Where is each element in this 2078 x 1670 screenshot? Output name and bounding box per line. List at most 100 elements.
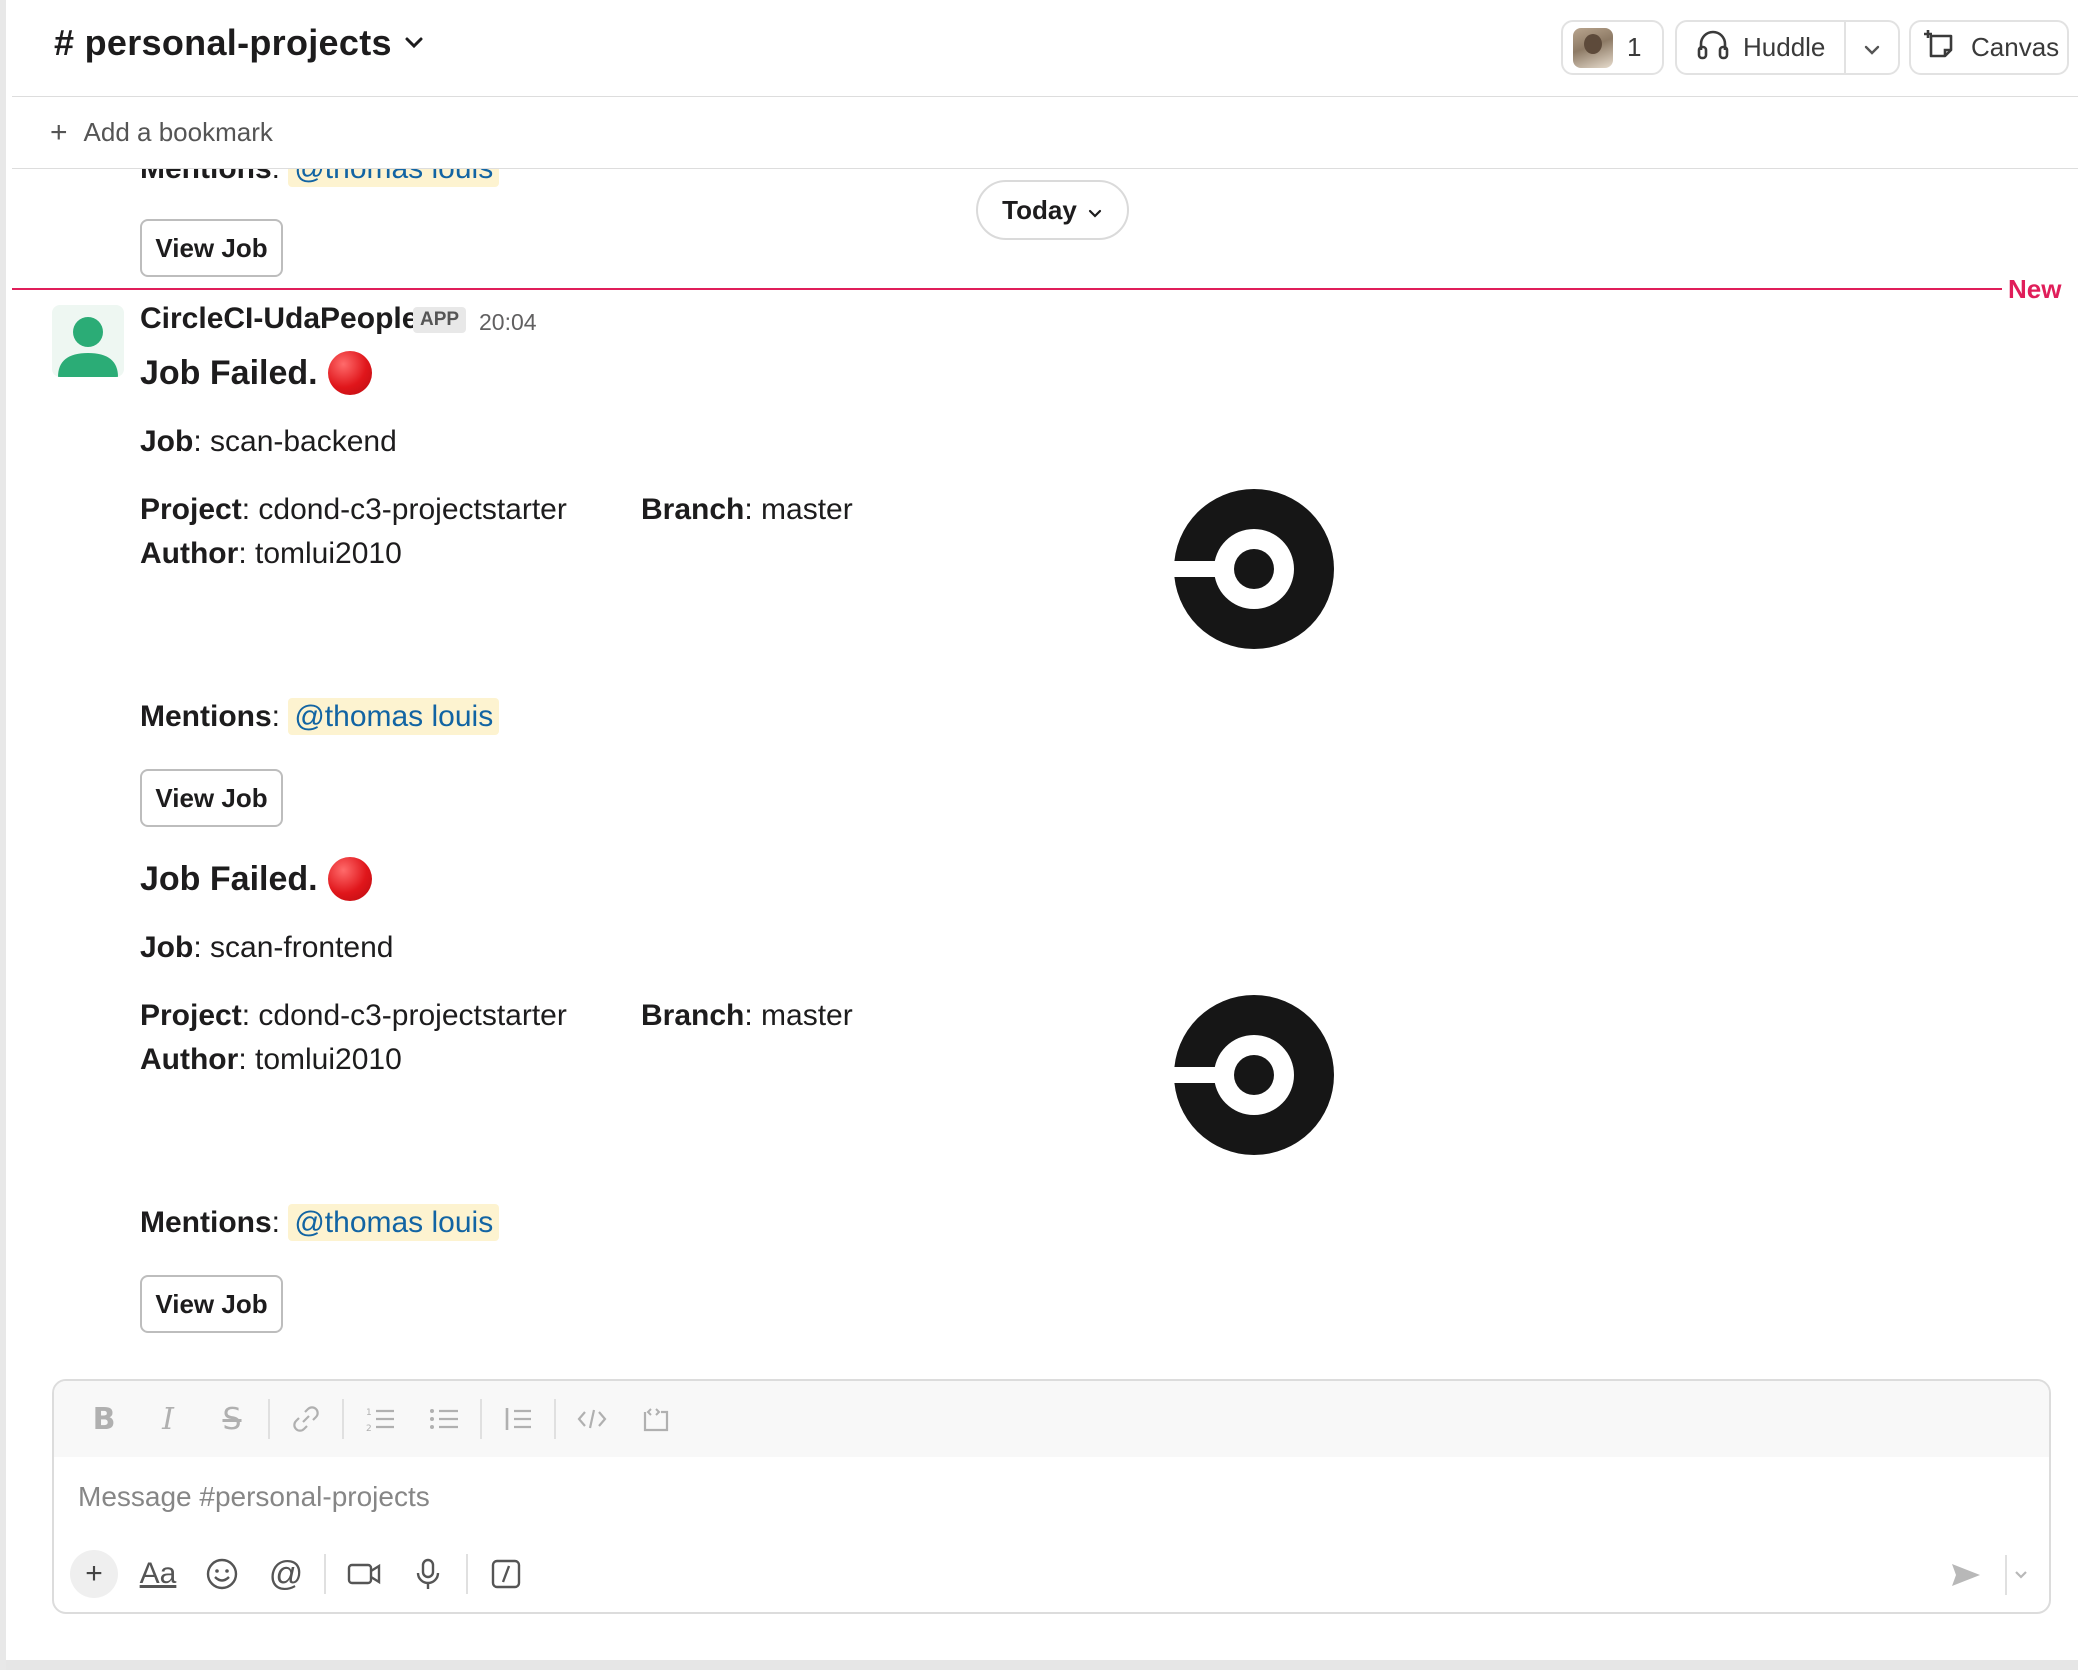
- author-label: Author: [140, 1043, 239, 1076]
- huddle-options-button[interactable]: [1846, 32, 1898, 63]
- date-jump-button[interactable]: Today: [976, 180, 1129, 240]
- send-icon[interactable]: [1943, 1555, 1989, 1595]
- job-row: Job: scan-backend: [140, 425, 397, 458]
- project-value: cdond-c3-projectstarter: [258, 999, 567, 1032]
- toolbar-divider: [466, 1554, 468, 1594]
- video-icon[interactable]: [332, 1548, 396, 1600]
- view-job-button[interactable]: View Job: [140, 1275, 283, 1333]
- slack-window: # personal-projects 1 Huddle Canvas + Ad…: [0, 0, 2078, 1670]
- previous-mentions-row: Mentions: @thomas louis: [140, 169, 500, 187]
- new-messages-divider: [12, 288, 2002, 290]
- canvas-button[interactable]: Canvas: [1909, 20, 2069, 75]
- svg-text:1: 1: [366, 1408, 372, 1418]
- branch-value: master: [761, 999, 853, 1032]
- message-list[interactable]: Mentions: @thomas louis View Job Today N…: [12, 169, 2078, 1379]
- code-block-icon[interactable]: [624, 1395, 688, 1443]
- blockquote-icon[interactable]: [486, 1395, 550, 1443]
- headphones-icon: [1695, 26, 1731, 69]
- author-row: Author: tomlui2010: [140, 1043, 402, 1076]
- toolbar-divider: [342, 1399, 344, 1439]
- circleci-logo-icon[interactable]: [1166, 481, 1342, 657]
- microphone-icon[interactable]: [396, 1548, 460, 1600]
- huddle-control: Huddle: [1675, 20, 1900, 75]
- red-circle-icon: [327, 857, 372, 901]
- user-mention[interactable]: @thomas louis: [288, 698, 500, 735]
- format-toggle-label: Aa: [139, 1557, 177, 1590]
- mentions-row: Mentions: @thomas louis: [140, 1204, 500, 1241]
- add-bookmark-label: Add a bookmark: [83, 117, 273, 147]
- job-status-title: Job Failed.: [140, 859, 318, 898]
- project-label: Project: [140, 493, 242, 526]
- bulleted-list-icon[interactable]: [412, 1395, 476, 1443]
- members-button[interactable]: 1: [1561, 20, 1664, 75]
- huddle-label: Huddle: [1743, 32, 1826, 62]
- app-badge: APP: [413, 307, 467, 333]
- new-messages-label: New: [2008, 274, 2062, 304]
- chevron-down-icon: [1087, 195, 1103, 226]
- branch-label: Branch: [641, 493, 745, 526]
- format-toggle-button[interactable]: Aa: [126, 1548, 190, 1600]
- svg-text:2: 2: [366, 1424, 372, 1434]
- code-icon[interactable]: [560, 1395, 624, 1443]
- emoji-icon[interactable]: [190, 1548, 254, 1600]
- italic-icon[interactable]: I: [136, 1395, 200, 1443]
- project-row: Project: cdond-c3-projectstarter: [140, 493, 567, 526]
- huddle-button[interactable]: Huddle: [1677, 22, 1846, 73]
- user-mention[interactable]: @thomas louis: [288, 169, 500, 187]
- job-label: Job: [140, 931, 194, 964]
- member-avatar: [1573, 27, 1613, 68]
- branch-value: master: [761, 493, 853, 526]
- chevron-down-icon: [404, 30, 424, 56]
- author-row: Author: tomlui2010: [140, 537, 402, 570]
- message-composer: B I S 12 Message #personal-projects + Aa…: [52, 1379, 2051, 1614]
- strikethrough-icon[interactable]: S: [200, 1395, 264, 1443]
- view-job-button[interactable]: View Job: [140, 769, 283, 827]
- add-bookmark-button[interactable]: + Add a bookmark: [12, 97, 2078, 169]
- chevron-down-icon: [1863, 32, 1881, 63]
- branch-label: Branch: [641, 999, 745, 1032]
- member-count: 1: [1627, 32, 1642, 62]
- date-label: Today: [1002, 194, 1077, 225]
- channel-header: # personal-projects 1 Huddle Canvas: [12, 0, 2078, 97]
- toolbar-divider: [268, 1399, 270, 1439]
- attach-plus-icon[interactable]: +: [70, 1550, 118, 1598]
- schedule-send-chevron-icon[interactable]: [2005, 1555, 2035, 1595]
- message-timestamp[interactable]: 20:04: [479, 309, 537, 336]
- job-value: scan-backend: [210, 425, 397, 458]
- plus-icon: +: [50, 115, 68, 149]
- mentions-label: Mentions: [140, 700, 272, 733]
- toolbar-divider: [324, 1554, 326, 1594]
- job-label: Job: [140, 425, 194, 458]
- bold-icon[interactable]: B: [72, 1395, 136, 1443]
- message-author[interactable]: CircleCI-UdaPeople: [140, 302, 418, 336]
- toolbar-divider: [554, 1399, 556, 1439]
- user-mention[interactable]: @thomas louis: [288, 1204, 500, 1241]
- message-input[interactable]: Message #personal-projects: [78, 1481, 430, 1513]
- job-value: scan-frontend: [210, 931, 394, 964]
- author-value: tomlui2010: [254, 537, 402, 570]
- composer-actions: + Aa @: [54, 1541, 2049, 1607]
- bot-avatar[interactable]: [52, 305, 124, 377]
- channel-name-button[interactable]: # personal-projects: [54, 22, 424, 64]
- project-label: Project: [140, 999, 242, 1032]
- job-failed-heading: Job Failed.: [140, 351, 372, 395]
- formatting-toolbar: B I S 12: [54, 1381, 2049, 1457]
- job-failed-heading: Job Failed.: [140, 857, 372, 901]
- window-bottom-edge: [6, 1660, 2078, 1670]
- mention-icon[interactable]: @: [254, 1548, 318, 1600]
- project-value: cdond-c3-projectstarter: [258, 493, 567, 526]
- ordered-list-icon[interactable]: 12: [348, 1395, 412, 1443]
- view-job-button[interactable]: View Job: [140, 219, 283, 277]
- canvas-label: Canvas: [1971, 32, 2060, 62]
- canvas-icon: [1923, 26, 1959, 69]
- mentions-label: Mentions: [140, 1206, 272, 1239]
- slash-command-icon[interactable]: [474, 1548, 538, 1600]
- author-value: tomlui2010: [254, 1043, 402, 1076]
- project-row: Project: cdond-c3-projectstarter: [140, 999, 567, 1032]
- mentions-label: Mentions: [140, 169, 272, 185]
- red-circle-icon: [327, 351, 372, 395]
- channel-name: # personal-projects: [54, 22, 392, 63]
- circleci-logo-icon[interactable]: [1166, 987, 1342, 1163]
- link-icon[interactable]: [274, 1395, 338, 1443]
- job-status-title: Job Failed.: [140, 353, 318, 392]
